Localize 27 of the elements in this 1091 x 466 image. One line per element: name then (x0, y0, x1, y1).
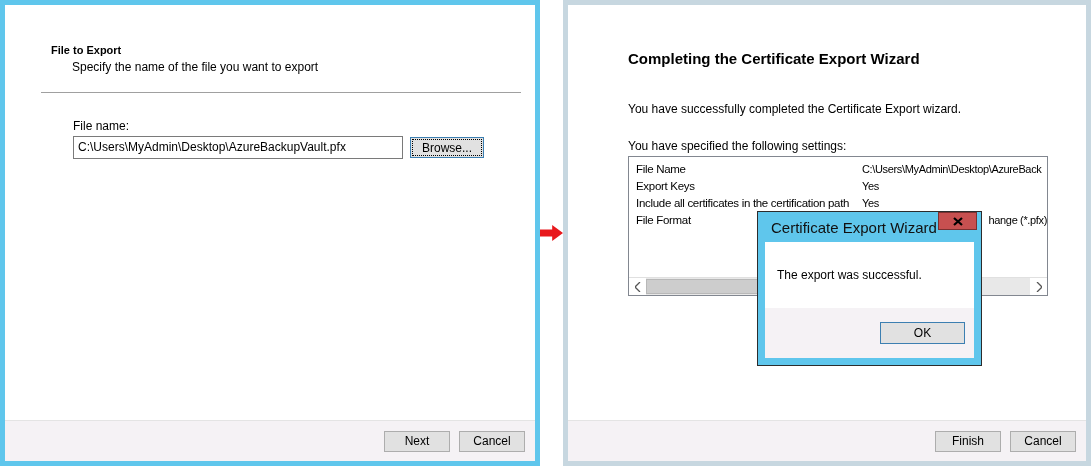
completion-message: You have successfully completed the Certificate Export wizard. (628, 102, 963, 116)
ok-button[interactable]: OK (880, 322, 965, 344)
setting-value: C:\Users\MyAdmin\Desktop\AzureBack (862, 162, 1042, 175)
setting-name: File Name (636, 162, 686, 175)
wizard-title: Completing the Certificate Export Wizard (628, 50, 921, 67)
footer-button[interactable]: Cancel (1010, 430, 1076, 452)
scroll-left-icon[interactable] (634, 281, 641, 292)
setting-name: File Format (636, 213, 691, 226)
close-icon[interactable] (952, 216, 963, 226)
browse-button[interactable]: Browse... (410, 137, 484, 158)
settings-label: You have specified the following settings: (628, 139, 848, 153)
dialog-message: The export was successful. (777, 268, 922, 282)
file-name-field[interactable]: C:\Users\MyAdmin\Desktop\AzureBackupVault.pfx (73, 136, 403, 159)
field-label: File name: (73, 119, 131, 133)
section-title: File to Export (51, 44, 123, 56)
setting-value: Yes (862, 179, 879, 192)
setting-name: Export Keys (636, 179, 695, 192)
setting-value: hange (*.pfx) (988, 213, 1047, 226)
close-button[interactable] (938, 212, 977, 230)
section-subtitle: Specify the name of the file you want to export (71, 60, 320, 74)
footer-button[interactable]: Next (384, 430, 450, 452)
setting-name: Include all certificates in the certification path (636, 196, 850, 209)
setting-value: Yes (862, 196, 879, 209)
footer-button[interactable]: Cancel (459, 430, 525, 452)
footer-button[interactable]: Finish (935, 430, 1001, 452)
dialog-title: Certificate Export Wizard (770, 218, 937, 236)
scroll-right-icon[interactable] (1035, 281, 1042, 292)
